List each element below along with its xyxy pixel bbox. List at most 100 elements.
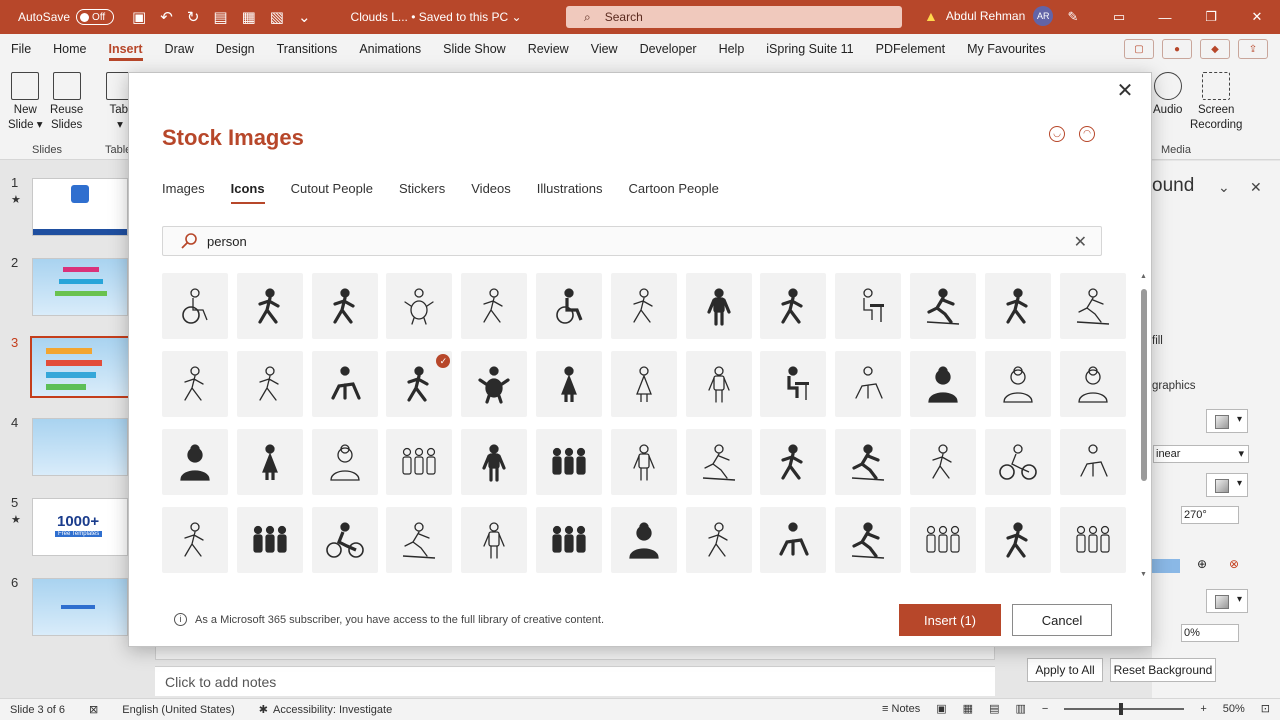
ribbon-tab-animations[interactable]: Animations (348, 34, 432, 64)
tab-cartoon-people[interactable]: Cartoon People (629, 181, 719, 204)
icon-tile[interactable] (610, 429, 677, 495)
reading-view-icon[interactable]: ▤ (989, 702, 999, 715)
icon-tile[interactable] (910, 273, 976, 339)
ribbon-tab-review[interactable]: Review (517, 34, 580, 64)
icon-tile[interactable] (162, 429, 228, 495)
horizontal-scrollbar[interactable] (155, 646, 995, 660)
icon-tile[interactable] (311, 429, 378, 495)
icon-tile[interactable] (536, 429, 602, 495)
icon-tile[interactable] (162, 351, 228, 417)
icon-tile[interactable] (835, 273, 902, 339)
notes-button[interactable]: ≡ Notes (882, 703, 920, 715)
add-stop-icon[interactable]: ⊕ (1197, 557, 1207, 571)
tab-stickers[interactable]: Stickers (399, 181, 445, 204)
icon-tile[interactable] (760, 429, 827, 495)
normal-view-icon[interactable]: ▣ (936, 702, 946, 715)
icon-tile[interactable] (760, 273, 827, 339)
icon-tile[interactable] (835, 351, 902, 417)
pane-close-icon[interactable]: ✕ (1250, 179, 1262, 196)
results-scrollbar[interactable]: ▲ ▼ (1139, 273, 1149, 581)
icon-tile[interactable] (311, 351, 378, 417)
ribbon-tab-developer[interactable]: Developer (629, 34, 708, 64)
search-input[interactable] (207, 233, 1027, 249)
audio-button[interactable]: Audio (1153, 72, 1182, 118)
icon-tile[interactable] (236, 273, 303, 339)
pane-options-icon[interactable]: ⌄ (1218, 179, 1230, 196)
icon-tile[interactable] (461, 429, 528, 495)
customize-qat-icon[interactable]: ⌄ (298, 8, 311, 26)
comments-icon[interactable]: ▢ (1124, 39, 1154, 59)
ribbon-tab-ispring-suite-11[interactable]: iSpring Suite 11 (755, 34, 864, 64)
scroll-thumb[interactable] (1141, 289, 1147, 481)
redo-icon[interactable]: ↻ (187, 8, 200, 26)
icon-tile[interactable] (910, 351, 976, 417)
ribbon-tab-file[interactable]: File (0, 34, 42, 64)
scroll-down-icon[interactable]: ▼ (1140, 571, 1147, 578)
cancel-button[interactable]: Cancel (1012, 604, 1112, 636)
icon-tile[interactable] (236, 429, 303, 495)
transparency-input[interactable]: 0% (1181, 624, 1239, 642)
icon-tile[interactable] (162, 273, 228, 339)
icon-tile[interactable] (685, 351, 752, 417)
icon-tile[interactable] (461, 273, 528, 339)
icon-tile[interactable] (311, 273, 378, 339)
icon-tile[interactable] (536, 507, 602, 573)
icon-tile[interactable] (835, 507, 902, 573)
icon-tile[interactable] (984, 507, 1051, 573)
slide-thumb-3[interactable] (30, 336, 130, 398)
ribbon-tab-slide-show[interactable]: Slide Show (432, 34, 517, 64)
present-icon[interactable]: ▤ (213, 8, 227, 26)
fill-color-picker[interactable] (1206, 409, 1248, 433)
frown-feedback-icon[interactable]: ◠ (1079, 126, 1095, 142)
ribbon-tab-design[interactable]: Design (205, 34, 266, 64)
icon-tile[interactable] (162, 507, 228, 573)
icon-tile[interactable]: ✓ (386, 351, 453, 417)
icon-tile[interactable] (461, 351, 528, 417)
dialog-close-button[interactable]: ✕ (1113, 79, 1137, 103)
screen-recording-button[interactable]: Screen Recording (1190, 72, 1242, 133)
scroll-up-icon[interactable]: ▲ (1140, 273, 1147, 280)
autosave-toggle[interactable]: Off (76, 9, 115, 25)
close-window-icon[interactable]: ✕ (1234, 0, 1280, 34)
ribbon-tab-my-favourites[interactable]: My Favourites (956, 34, 1057, 64)
icon-tile[interactable] (386, 507, 453, 573)
icon-tile[interactable] (984, 351, 1051, 417)
icon-tile[interactable] (236, 351, 303, 417)
file-name[interactable]: Clouds L... • Saved to this PC ⌄ (351, 10, 522, 24)
notes-area[interactable]: Click to add notes (155, 666, 995, 696)
tab-cutout-people[interactable]: Cutout People (291, 181, 373, 204)
icon-tile[interactable] (386, 273, 453, 339)
reset-background-button[interactable]: Reset Background (1110, 658, 1216, 682)
ribbon-display-icon[interactable]: ▭ (1096, 0, 1142, 34)
ribbon-tab-draw[interactable]: Draw (154, 34, 205, 64)
slide-thumb-1[interactable] (32, 178, 128, 236)
ribbon-tab-view[interactable]: View (580, 34, 629, 64)
stop-color-picker[interactable] (1206, 589, 1248, 613)
save-icon[interactable]: ▣ (132, 8, 146, 26)
icon-tile[interactable] (984, 273, 1051, 339)
clear-search-icon[interactable]: ✕ (1074, 232, 1087, 252)
restore-icon[interactable]: ❐ (1188, 0, 1234, 34)
zoom-level[interactable]: 50% (1223, 703, 1245, 715)
icon-tile[interactable] (1059, 351, 1126, 417)
minimize-icon[interactable]: — (1142, 0, 1188, 34)
slideshow-view-icon[interactable]: ▥ (1015, 702, 1025, 715)
insert-button[interactable]: Insert (1) (899, 604, 1001, 636)
spelling-icon[interactable]: ⊠ (89, 703, 98, 716)
ribbon-tab-help[interactable]: Help (708, 34, 756, 64)
icon-tile[interactable] (536, 273, 602, 339)
icon-tile[interactable] (685, 429, 752, 495)
remove-stop-icon[interactable]: ⊗ (1229, 557, 1239, 571)
fit-slide-icon[interactable]: ⊡ (1261, 702, 1270, 715)
ribbon-tab-transitions[interactable]: Transitions (266, 34, 349, 64)
reuse-slides-button[interactable]: Reuse Slides (50, 72, 83, 133)
gradient-type-select[interactable]: inear ▾ (1153, 445, 1249, 463)
new-slide-button[interactable]: New Slide ▾ (8, 72, 43, 133)
zoom-in-icon[interactable]: + (1200, 703, 1206, 715)
pen-icon[interactable]: ✎ (1050, 0, 1096, 34)
icon-tile[interactable] (910, 429, 976, 495)
slide-thumb-5[interactable]: 1000+ Free Templates (32, 498, 128, 556)
icon-tile[interactable] (760, 507, 827, 573)
undo-icon[interactable]: ↶ (160, 8, 173, 26)
autosave-control[interactable]: AutoSave Off (18, 9, 115, 25)
